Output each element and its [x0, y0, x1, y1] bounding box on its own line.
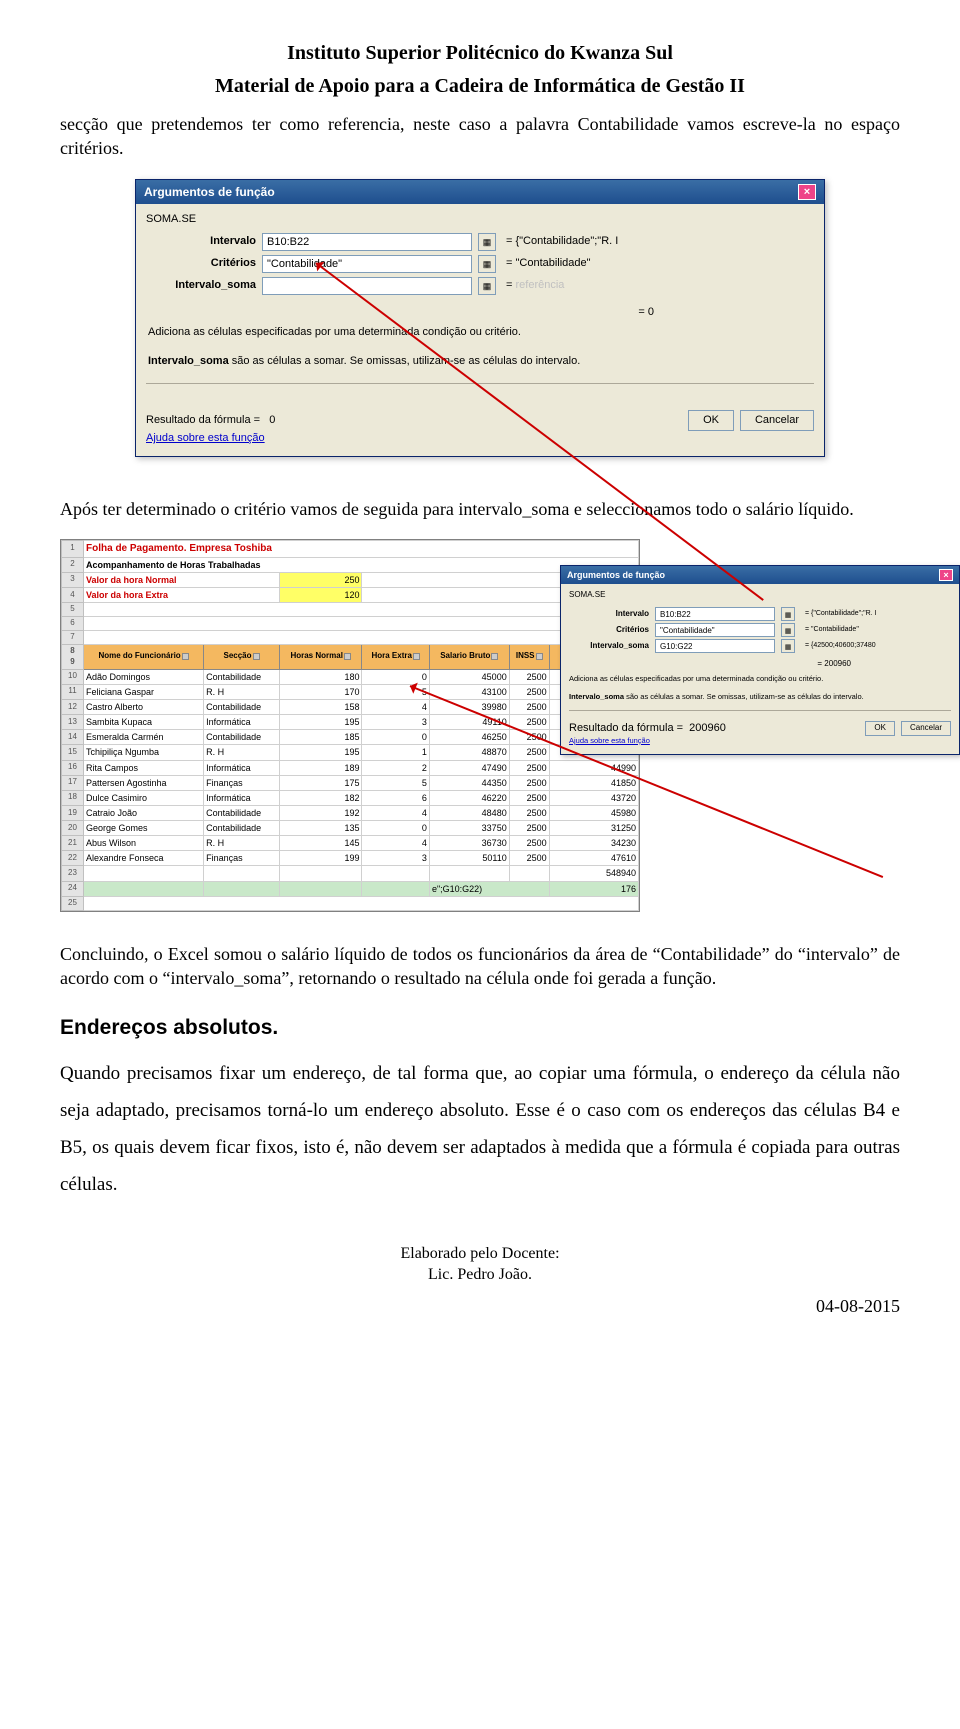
arg-label-criterios: Critérios [569, 625, 649, 636]
function-args-dialog-1: Argumentos de função × SOMA.SE Intervalo… [135, 179, 825, 457]
range-picker-icon[interactable]: ▦ [781, 607, 795, 621]
sum-row: 23548940 [62, 866, 639, 881]
arg-result-intervalo: = {"Contabilidade";"R. I [805, 609, 876, 618]
cancel-button[interactable]: Cancelar [740, 410, 814, 431]
absolute-address-paragraph: Quando precisamos fixar um endereço, de … [60, 1055, 900, 1203]
dialog-titlebar: Argumentos de função × [136, 180, 824, 204]
table-row[interactable]: 11Feliciana GasparR. H170543100250040600 [62, 684, 639, 699]
vhora-normal-value[interactable]: 250 [279, 572, 362, 587]
formula-row[interactable]: 24e";G10:G22)176 [62, 881, 639, 896]
arg-input-isoma[interactable] [262, 277, 472, 295]
screenshot-1: Argumentos de função × SOMA.SE Intervalo… [60, 179, 900, 457]
ok-button[interactable]: OK [865, 721, 895, 736]
arg-result-isoma: = referência [506, 278, 564, 293]
table-row[interactable]: 13Sambita KupacaInformática1953491102500… [62, 715, 639, 730]
table-row[interactable]: 20George GomesContabilidade1350337502500… [62, 821, 639, 836]
range-picker-icon[interactable]: ▦ [781, 623, 795, 637]
range-picker-icon[interactable]: ▦ [781, 639, 795, 653]
filter-icon[interactable] [182, 653, 189, 660]
arg-result-isoma: = {42500;40600;37480 [805, 641, 876, 650]
arg-input-intervalo[interactable] [655, 607, 775, 621]
dialog-title-text: Argumentos de função [144, 184, 275, 200]
arg-input-isoma[interactable] [655, 639, 775, 653]
arg-input-intervalo[interactable] [262, 233, 472, 251]
formula-result: Resultado da fórmula = 0 [146, 413, 275, 428]
dialog-titlebar: Argumentos de função × [561, 566, 959, 584]
footer-line-2: Lic. Pedro João. [60, 1264, 900, 1286]
function-name: SOMA.SE [146, 212, 814, 227]
sheet-title-1: Folha de Pagamento. Empresa Toshiba [84, 541, 639, 558]
footer-line-1: Elaborado pelo Docente: [60, 1243, 900, 1265]
dialog-arg-description: Intervalo_soma são as células a somar. S… [569, 692, 951, 702]
page-title-1: Instituto Superior Politécnico do Kwanza… [60, 40, 900, 67]
arg-label-isoma: Intervalo_soma [146, 278, 256, 293]
arg-label-intervalo: Intervalo [569, 609, 649, 620]
close-icon[interactable]: × [939, 569, 953, 581]
help-link[interactable]: Ajuda sobre esta função [569, 736, 951, 746]
arg-label-isoma: Intervalo_soma [569, 641, 649, 652]
vhora-extra-value[interactable]: 120 [279, 587, 362, 602]
table-row[interactable]: 15Tchipiliça NgumbaR. H19514887025004837… [62, 745, 639, 760]
middle-paragraph: Após ter determinado o critério vamos de… [60, 497, 900, 521]
close-icon[interactable]: × [798, 184, 816, 200]
vhora-normal-label: Valor da hora Normal [84, 572, 280, 587]
range-picker-icon[interactable]: ▦ [478, 277, 496, 295]
filter-icon[interactable] [253, 653, 260, 660]
screenshot-2: 1Folha de Pagamento. Empresa Toshiba 2Ac… [60, 539, 900, 912]
table-row[interactable]: 12Castro AlbertoContabilidade15843998025… [62, 699, 639, 714]
ok-button[interactable]: OK [688, 410, 734, 431]
footer-date: 04-08-2015 [60, 1294, 900, 1318]
filter-icon[interactable] [491, 653, 498, 660]
arg-input-criterios[interactable] [655, 623, 775, 637]
arg-result-intervalo: = {"Contabilidade";"R. I [506, 234, 618, 249]
page-title-2: Material de Apoio para a Cadeira de Info… [60, 73, 900, 100]
filter-icon[interactable] [344, 653, 351, 660]
function-args-dialog-2: Argumentos de função × SOMA.SE Intervalo… [560, 565, 960, 755]
intro-paragraph: secção que pretendemos ter como referenc… [60, 112, 900, 161]
dialog-description: Adiciona as células especificadas por um… [148, 325, 812, 340]
cancel-button[interactable]: Cancelar [901, 721, 951, 736]
dialog-description: Adiciona as células especificadas por um… [569, 674, 951, 684]
table-row[interactable]: 18Dulce CasimiroInformática1826462202500… [62, 790, 639, 805]
table-row[interactable]: 22Alexandre FonsecaFinanças1993501102500… [62, 851, 639, 866]
equals-zero: = 0 [146, 305, 654, 320]
table-row[interactable]: 21Abus WilsonR. H145436730250034230 [62, 836, 639, 851]
concluindo-paragraph: Concluindo, o Excel somou o salário líqu… [60, 942, 900, 991]
dialog-arg-description: Intervalo_soma são as células a somar. S… [148, 354, 812, 369]
arg-label-criterios: Critérios [146, 256, 256, 271]
arg-result-criterios: = "Contabilidade" [506, 256, 591, 271]
spreadsheet: 1Folha de Pagamento. Empresa Toshiba 2Ac… [60, 539, 640, 912]
vhora-extra-label: Valor da hora Extra [84, 587, 280, 602]
formula-result: Resultado da fórmula = 200960 [569, 721, 726, 736]
range-picker-icon[interactable]: ▦ [478, 233, 496, 251]
equals-result: = 200960 [569, 659, 851, 670]
arg-input-criterios[interactable] [262, 255, 472, 273]
table-header-row: 89 Nome do Funcionário Secção Horas Norm… [62, 645, 639, 670]
sheet-title-2: Acompanhamento de Horas Trabalhadas [84, 557, 639, 572]
filter-icon[interactable] [536, 653, 543, 660]
arg-label-intervalo: Intervalo [146, 234, 256, 249]
dialog-title-text: Argumentos de função [567, 569, 665, 581]
range-picker-icon[interactable]: ▦ [478, 255, 496, 273]
section-heading: Endereços absolutos. [60, 1014, 900, 1042]
table-row[interactable]: 19Catraio JoãoContabilidade1924484802500… [62, 805, 639, 820]
table-row[interactable]: 17Pattersen AgostinhaFinanças17554435025… [62, 775, 639, 790]
help-link[interactable]: Ajuda sobre esta função [146, 431, 814, 446]
table-row[interactable]: 10Adão DomingosContabilidade180045000250… [62, 669, 639, 684]
table-row[interactable]: 16Rita CamposInformática1892474902500449… [62, 760, 639, 775]
arg-result-criterios: = "Contabilidade" [805, 625, 859, 634]
filter-icon[interactable] [413, 653, 420, 660]
